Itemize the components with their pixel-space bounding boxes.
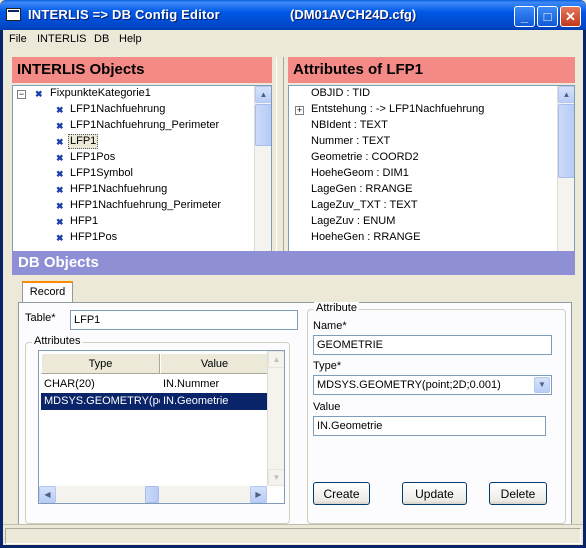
attributes-tree-scrollbar[interactable]: ▲ ▼ bbox=[557, 86, 574, 273]
minimize-button[interactable]: _ bbox=[514, 6, 535, 27]
window-title: INTERLIS => DB Config Editor bbox=[28, 7, 220, 22]
value-label: Value bbox=[313, 401, 341, 413]
node-icon: ✖ bbox=[56, 169, 64, 179]
tree-item[interactable]: LFP1Pos bbox=[70, 151, 115, 167]
type-select[interactable]: MDSYS.GEOMETRY(point;2D;0.001) ▼ bbox=[313, 375, 552, 395]
close-button[interactable]: ✕ bbox=[560, 6, 581, 27]
grid-cell-type[interactable]: CHAR(20) bbox=[41, 376, 160, 393]
scroll-thumb[interactable] bbox=[558, 104, 574, 178]
type-label: Type* bbox=[313, 360, 342, 372]
node-icon: ✖ bbox=[56, 105, 64, 115]
attribute-item[interactable]: Geometrie : COORD2 bbox=[311, 151, 419, 167]
attributes-grid[interactable]: Type Value CHAR(20) IN.Nummer MDSYS.GEOM… bbox=[38, 350, 285, 504]
attributes-panel: Attributes of LFP1 OBJID : TID + Entsteh… bbox=[288, 57, 575, 275]
scroll-up-icon[interactable]: ▲ bbox=[268, 351, 284, 368]
expand-icon[interactable]: + bbox=[295, 106, 304, 115]
tree-item[interactable]: HFP1Nachfuehrung_Perimeter bbox=[70, 199, 221, 215]
scroll-down-icon[interactable]: ▼ bbox=[268, 469, 284, 486]
grid-vertical-scrollbar[interactable]: ▲ ▼ bbox=[267, 351, 284, 486]
create-button[interactable]: Create bbox=[313, 482, 370, 505]
menu-file[interactable]: File bbox=[9, 33, 27, 45]
scroll-up-icon[interactable]: ▲ bbox=[255, 86, 271, 103]
node-icon: ✖ bbox=[56, 153, 64, 163]
interlis-objects-panel: INTERLIS Objects − ✖ FixpunkteKategorie1… bbox=[12, 57, 272, 275]
attribute-item[interactable]: HoeheGen : RRANGE bbox=[311, 231, 420, 247]
panel-splitter[interactable] bbox=[276, 57, 284, 275]
menu-help[interactable]: Help bbox=[119, 33, 142, 45]
app-icon bbox=[6, 8, 21, 21]
interlis-tree-scrollbar[interactable]: ▲ ▼ bbox=[254, 86, 271, 273]
type-select-value: MDSYS.GEOMETRY(point;2D;0.001) bbox=[317, 379, 501, 391]
grid-horizontal-scrollbar[interactable]: ◀ ▶ bbox=[39, 486, 267, 503]
interlis-objects-header: INTERLIS Objects bbox=[12, 57, 272, 83]
attribute-item[interactable]: OBJID : TID bbox=[311, 87, 370, 103]
tree-item[interactable]: LFP1Nachfuehrung bbox=[70, 103, 165, 119]
grid-cell-type-selected[interactable]: MDSYS.GEOMETRY(pc bbox=[41, 393, 160, 410]
status-bar bbox=[3, 524, 583, 545]
name-label: Name* bbox=[313, 320, 347, 332]
collapse-icon[interactable]: − bbox=[17, 90, 26, 99]
attributes-tree[interactable]: OBJID : TID + Entstehung : -> LFP1Nachfu… bbox=[288, 85, 575, 274]
tree-item-selected[interactable]: LFP1 bbox=[68, 134, 99, 149]
status-pane bbox=[5, 528, 581, 544]
menu-db[interactable]: DB bbox=[94, 33, 109, 45]
menu-bar: File INTERLIS DB Help bbox=[3, 30, 583, 49]
scroll-thumb[interactable] bbox=[145, 486, 159, 503]
tree-item[interactable]: LFP1Symbol bbox=[70, 167, 133, 183]
table-input[interactable]: LFP1 bbox=[70, 310, 298, 330]
tree-root[interactable]: FixpunkteKategorie1 bbox=[50, 87, 151, 103]
window-file-name: (DM01AVCH24D.cfg) bbox=[290, 7, 417, 22]
attribute-item[interactable]: Entstehung : -> LFP1Nachfuehrung bbox=[311, 103, 484, 119]
db-objects-area: Record Table* LFP1 Attributes Type Value… bbox=[12, 275, 575, 540]
grid-cell-value[interactable]: IN.Nummer bbox=[160, 376, 269, 393]
node-icon: ✖ bbox=[56, 217, 64, 227]
scroll-right-icon[interactable]: ▶ bbox=[250, 486, 267, 503]
attribute-item[interactable]: LageZuv : ENUM bbox=[311, 215, 395, 231]
grid-cell-value-selected[interactable]: IN.Geometrie bbox=[160, 393, 267, 410]
node-icon: ✖ bbox=[35, 89, 43, 99]
tree-item[interactable]: HFP1 bbox=[70, 215, 98, 231]
record-tab-page: Table* LFP1 Attributes Type Value CHAR(2… bbox=[18, 302, 572, 529]
node-icon: ✖ bbox=[56, 185, 64, 195]
app-window: INTERLIS => DB Config Editor (DM01AVCH24… bbox=[0, 0, 586, 548]
node-icon: ✖ bbox=[56, 137, 64, 147]
scroll-thumb[interactable] bbox=[255, 104, 271, 146]
table-label: Table* bbox=[25, 312, 56, 324]
column-header-value[interactable]: Value bbox=[160, 354, 269, 374]
tree-item[interactable]: HFP1Pos bbox=[70, 231, 117, 247]
scroll-up-icon[interactable]: ▲ bbox=[558, 86, 574, 103]
attributes-header: Attributes of LFP1 bbox=[288, 57, 575, 83]
title-bar[interactable]: INTERLIS => DB Config Editor (DM01AVCH24… bbox=[0, 0, 586, 30]
node-icon: ✖ bbox=[56, 121, 64, 131]
name-input[interactable]: GEOMETRIE bbox=[313, 335, 552, 355]
maximize-button[interactable]: □ bbox=[537, 6, 558, 27]
delete-button[interactable]: Delete bbox=[489, 482, 547, 505]
attribute-group-title: Attribute bbox=[314, 302, 359, 314]
client-area: File INTERLIS DB Help INTERLIS Objects −… bbox=[3, 30, 583, 545]
attribute-item[interactable]: NBIdent : TEXT bbox=[311, 119, 388, 135]
db-objects-header: DB Objects bbox=[12, 251, 575, 275]
tree-item[interactable]: HFP1Nachfuehrung bbox=[70, 183, 167, 199]
value-input[interactable]: IN.Geometrie bbox=[313, 416, 546, 436]
interlis-objects-tree[interactable]: − ✖ FixpunkteKategorie1 ✖ LFP1Nachfuehru… bbox=[12, 85, 272, 274]
scroll-left-icon[interactable]: ◀ bbox=[39, 486, 56, 503]
attribute-item[interactable]: LageZuv_TXT : TEXT bbox=[311, 199, 418, 215]
chevron-down-icon[interactable]: ▼ bbox=[534, 377, 550, 393]
node-icon: ✖ bbox=[56, 201, 64, 211]
attribute-item[interactable]: LageGen : RRANGE bbox=[311, 183, 413, 199]
tab-record[interactable]: Record bbox=[22, 281, 73, 302]
attribute-item[interactable]: Nummer : TEXT bbox=[311, 135, 390, 151]
update-button[interactable]: Update bbox=[402, 482, 467, 505]
column-header-type[interactable]: Type bbox=[41, 354, 160, 374]
attributes-group-title: Attributes bbox=[32, 335, 83, 347]
node-icon: ✖ bbox=[56, 233, 64, 243]
tree-item[interactable]: LFP1Nachfuehrung_Perimeter bbox=[70, 119, 219, 135]
attribute-item[interactable]: HoeheGeom : DIM1 bbox=[311, 167, 409, 183]
menu-interlis[interactable]: INTERLIS bbox=[37, 33, 87, 45]
